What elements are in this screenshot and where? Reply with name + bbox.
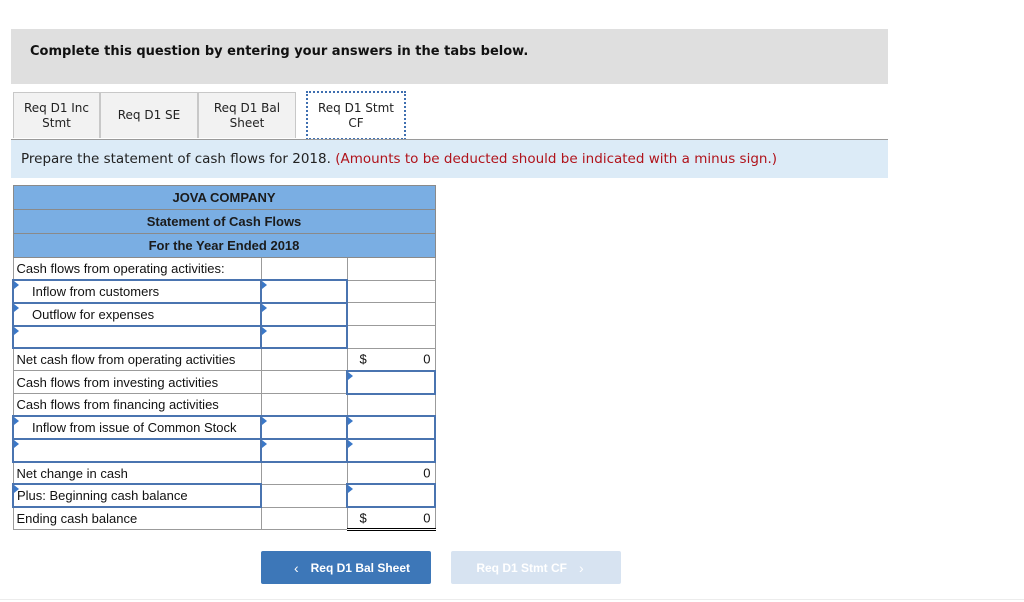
instruction-text: Complete this question by entering your … <box>30 44 529 59</box>
total-cell <box>346 393 436 417</box>
table-row <box>12 324 436 350</box>
tab-label: Stmt <box>42 115 71 130</box>
amount-cell <box>260 393 348 417</box>
total-cell <box>346 302 436 327</box>
tab-label: Req D1 Bal <box>213 100 281 115</box>
total-value: 0 <box>423 510 431 526</box>
table-row: Cash flows from financing activities <box>12 393 436 417</box>
label-input[interactable]: Outflow for expenses <box>12 301 262 327</box>
label-input[interactable]: Plus: Beginning cash balance <box>12 483 262 509</box>
amount-input[interactable] <box>260 279 348 304</box>
amount-cell <box>260 370 348 395</box>
row-label: Net change in cash <box>12 461 262 485</box>
tab-label: Req D1 Stmt <box>317 100 395 115</box>
statement-title: Statement of Cash Flows <box>12 209 436 234</box>
label-input[interactable] <box>12 438 262 463</box>
row-label: Net cash flow from operating activities <box>12 347 262 372</box>
table-row: Net cash flow from operating activities … <box>12 347 436 372</box>
prompt-note: (Amounts to be deducted should be indica… <box>335 151 778 167</box>
currency-symbol: $ <box>359 510 367 526</box>
table-row: Net change in cash 0 <box>12 461 436 485</box>
table-row: Inflow from issue of Common Stock <box>12 415 436 440</box>
total-value: 0 <box>423 465 431 481</box>
tab-label: Req D1 SE <box>117 108 181 122</box>
table-row: Plus: Beginning cash balance <box>12 483 436 509</box>
table-row: Inflow from customers <box>12 279 436 304</box>
row-label: Cash flows from financing activities <box>12 393 262 417</box>
total-cell: $0 <box>346 347 436 372</box>
table-row: Ending cash balance $0 <box>12 506 436 532</box>
label-input[interactable]: Inflow from issue of Common Stock <box>12 415 262 440</box>
total-cell <box>346 257 436 281</box>
next-tab-label: Req D1 Stmt CF <box>476 560 567 575</box>
previous-tab-label: Req D1 Bal Sheet <box>310 560 411 575</box>
table-row <box>12 438 436 463</box>
table-row: Cash flows from operating activities: <box>12 257 436 281</box>
table-row: Outflow for expenses <box>12 301 436 327</box>
amount-cell <box>260 347 348 372</box>
amount-cell <box>260 506 348 531</box>
prompt-bar: Prepare the statement of cash flows for … <box>11 140 888 178</box>
row-label: Ending cash balance <box>12 506 262 531</box>
chevron-left-icon: ‹ <box>293 559 299 576</box>
label-input[interactable]: Inflow from customers <box>12 279 262 304</box>
amount-cell <box>260 257 348 281</box>
tab-label: CF <box>348 115 364 130</box>
row-label: Cash flows from operating activities: <box>12 257 262 281</box>
total-cell <box>346 279 436 304</box>
tab-req-d1-se[interactable]: Req D1 SE <box>100 92 198 138</box>
total-input[interactable] <box>346 438 436 463</box>
tab-req-d1-stmt-cf[interactable]: Req D1 Stmt CF <box>306 91 406 140</box>
amount-input[interactable] <box>260 324 348 350</box>
amount-input[interactable] <box>260 438 348 463</box>
bottom-divider <box>0 599 1024 600</box>
amount-input[interactable] <box>260 415 348 440</box>
statement-period: For the Year Ended 2018 <box>12 233 436 258</box>
previous-tab-button[interactable]: ‹ Req D1 Bal Sheet <box>261 551 431 584</box>
label-input[interactable] <box>12 324 262 350</box>
amount-input[interactable] <box>260 301 348 327</box>
total-value: 0 <box>423 351 431 367</box>
chevron-right-icon: › <box>579 559 584 576</box>
company-name: JOVA COMPANY <box>12 185 436 210</box>
total-input[interactable] <box>346 415 436 440</box>
total-input[interactable] <box>346 483 436 509</box>
cash-flow-statement-table: JOVA COMPANY Statement of Cash Flows For… <box>12 185 436 532</box>
amount-cell <box>260 483 348 508</box>
next-tab-button[interactable]: Req D1 Stmt CF › <box>451 551 621 584</box>
tab-label: Sheet <box>229 115 265 130</box>
total-cell: 0 <box>346 461 436 485</box>
table-row: Cash flows from investing activities <box>12 369 436 395</box>
tab-req-d1-bal-sheet[interactable]: Req D1 Bal Sheet <box>198 92 296 138</box>
total-input[interactable] <box>346 369 436 395</box>
amount-cell <box>260 461 348 485</box>
tab-label: Req D1 Inc <box>23 100 90 115</box>
currency-symbol: $ <box>359 351 367 367</box>
total-cell: $0 <box>346 506 436 532</box>
instruction-bar: Complete this question by entering your … <box>11 29 888 84</box>
row-label: Cash flows from investing activities <box>12 370 262 395</box>
tab-req-d1-inc-stmt[interactable]: Req D1 Inc Stmt <box>13 92 100 138</box>
total-cell <box>346 325 436 349</box>
prompt-text: Prepare the statement of cash flows for … <box>21 151 331 167</box>
